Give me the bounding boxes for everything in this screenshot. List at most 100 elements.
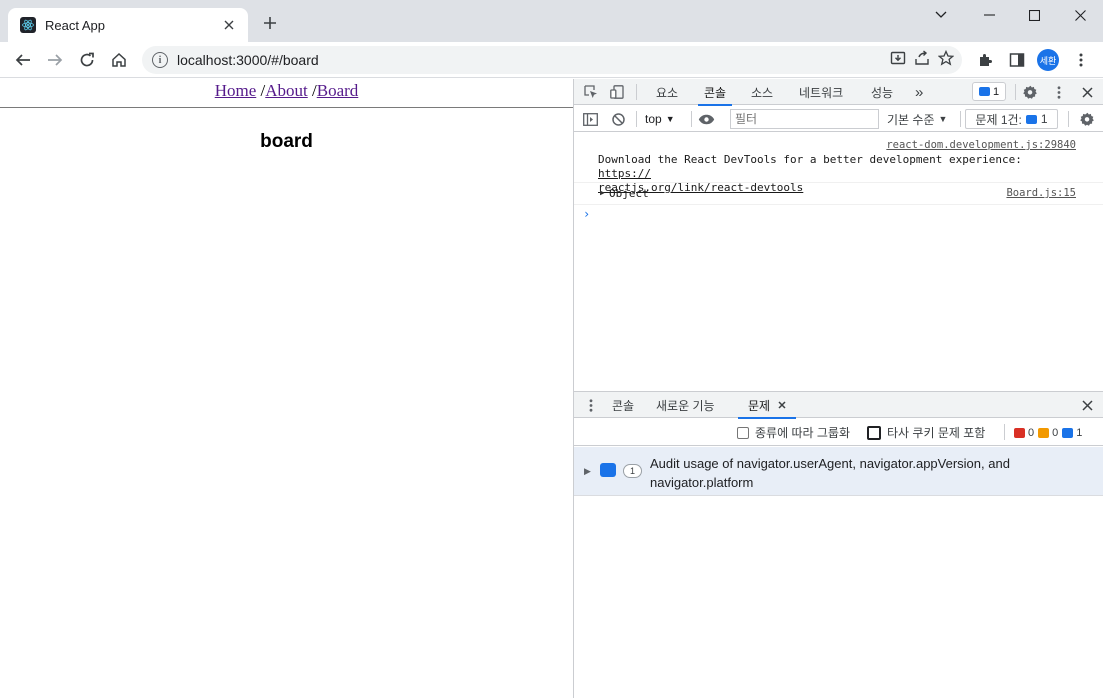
warning-icon	[1038, 427, 1050, 438]
devtools-tab-console[interactable]: 콘솔	[697, 79, 733, 106]
drawer-tab-bar: 콘솔 새로운 기능 문제	[574, 391, 1103, 419]
install-app-icon[interactable]	[890, 50, 906, 71]
device-toolbar-icon[interactable]	[608, 83, 626, 101]
log-level-select[interactable]: 기본 수준 ▼	[887, 109, 947, 129]
show-sidebar-icon[interactable]	[581, 110, 599, 128]
console-log-entry[interactable]: ▶ Object Board.js:15	[574, 183, 1103, 205]
browser-toolbar: i localhost:3000/#/board 세환	[0, 42, 1103, 78]
bookmark-star-icon[interactable]	[937, 49, 955, 71]
site-info-icon[interactable]: i	[152, 52, 168, 68]
expand-triangle-icon[interactable]: ▶	[584, 466, 591, 477]
address-bar[interactable]: i localhost:3000/#/board	[142, 46, 962, 74]
profile-avatar[interactable]: 세환	[1037, 49, 1059, 71]
nav-link-home[interactable]: Home	[215, 81, 257, 100]
log-source-link[interactable]: react-dom.development.js:29840	[886, 139, 1076, 151]
drawer-menu-kebab-icon[interactable]	[582, 396, 600, 414]
more-tabs-chevron-icon[interactable]: »	[915, 79, 923, 105]
log-object[interactable]: Object	[609, 187, 649, 200]
console-filter-input[interactable]	[730, 109, 879, 129]
browser-menu-kebab-icon[interactable]	[1069, 48, 1093, 72]
devtools-tab-elements[interactable]: 요소	[656, 79, 678, 105]
console-toolbar: top ▼ 기본 수준 ▼ 문제 1건: 1	[574, 106, 1103, 132]
message-icon	[1025, 114, 1037, 124]
log-source-link[interactable]: Board.js:15	[1006, 187, 1076, 199]
toolbar-divider	[1068, 111, 1069, 127]
checkbox[interactable]	[737, 426, 749, 439]
error-icon	[1014, 427, 1025, 438]
minimize-button[interactable]	[966, 3, 1012, 27]
home-icon[interactable]	[107, 48, 131, 72]
issues-count-button[interactable]: 문제 1건: 1	[965, 109, 1058, 129]
console-log-entry: react-dom.development.js:29840 Download …	[574, 137, 1103, 194]
nav-link-board[interactable]: Board	[317, 81, 359, 100]
issue-message-icon	[600, 463, 616, 477]
execution-context-select[interactable]: top ▼	[645, 109, 675, 129]
error-count-value: 0	[1028, 426, 1035, 439]
forward-arrow-icon[interactable]	[43, 48, 67, 72]
issue-title[interactable]: Audit usage of navigator.userAgent, navi…	[650, 454, 1070, 492]
live-expression-eye-icon[interactable]	[697, 110, 715, 128]
log-url-link-part1[interactable]: https://	[598, 167, 651, 180]
settings-gear-icon[interactable]	[1021, 83, 1039, 101]
tab-search-chevron-down-icon[interactable]	[918, 3, 964, 27]
page-viewport: Home /About /Board board	[0, 79, 573, 698]
inspect-element-icon[interactable]	[582, 83, 600, 101]
include-third-party-checkbox[interactable]: 타사 쿠키 문제 포함	[867, 419, 985, 446]
nav-link-about[interactable]: About	[265, 81, 308, 100]
page-nav: Home /About /Board	[0, 79, 573, 108]
tab-close-icon[interactable]	[220, 16, 238, 34]
toolbar-divider	[1015, 84, 1016, 100]
issue-row[interactable]: ▶ 1 Audit usage of navigator.userAgent, …	[574, 447, 1103, 496]
browser-tab[interactable]: React App	[8, 8, 248, 42]
share-icon[interactable]	[914, 49, 930, 71]
clear-console-icon[interactable]	[609, 110, 627, 128]
react-logo-icon	[20, 17, 36, 33]
warning-count: 0	[1038, 427, 1058, 439]
error-count: 0	[1014, 427, 1034, 439]
log-level-value: 기본 수준	[887, 112, 935, 127]
group-by-kind-checkbox[interactable]: 종류에 따라 그룹화	[737, 419, 850, 446]
message-count: 1	[992, 85, 1000, 98]
checkbox[interactable]	[867, 425, 881, 440]
include-third-party-label: 타사 쿠키 문제 포함	[887, 426, 986, 440]
reload-icon[interactable]	[75, 48, 99, 72]
nav-separator: /	[256, 81, 266, 100]
toolbar-divider	[960, 111, 961, 127]
console-prompt-chevron-icon[interactable]: ›	[583, 207, 590, 221]
nav-separator: /	[307, 81, 317, 100]
issues-toolbar: 종류에 따라 그룹화 타사 쿠키 문제 포함 0 0 1	[574, 419, 1103, 446]
console-messages-badge[interactable]: 1	[972, 82, 1006, 101]
issue-occurrence-count: 1	[623, 464, 642, 478]
issues-count: 1	[1040, 112, 1048, 126]
devtools-tab-network[interactable]: 네트워크	[799, 79, 843, 105]
extensions-puzzle-icon[interactable]	[973, 48, 997, 72]
drawer-tab-console[interactable]: 콘솔	[612, 392, 634, 418]
back-arrow-icon[interactable]	[11, 48, 35, 72]
drawer-tab-issues[interactable]: 문제	[737, 392, 797, 419]
close-devtools-icon[interactable]	[1078, 83, 1096, 101]
close-window-button[interactable]	[1057, 3, 1103, 27]
devtools-panel: 요소 콘솔 소스 네트워크 성능 » 1 top ▼ 필터 기본 수준 ▼ 문제…	[573, 79, 1103, 698]
console-settings-gear-icon[interactable]	[1078, 110, 1096, 128]
close-drawer-icon[interactable]	[1078, 396, 1096, 414]
tab-strip: React App	[0, 0, 1103, 42]
new-tab-button[interactable]	[260, 13, 280, 33]
expand-triangle-icon[interactable]: ▶	[600, 188, 605, 197]
devtools-tab-performance[interactable]: 성능	[871, 79, 893, 105]
close-tab-icon[interactable]	[778, 398, 786, 412]
page-title: board	[260, 131, 313, 152]
side-panel-icon[interactable]	[1005, 48, 1029, 72]
devtools-tab-sources[interactable]: 소스	[751, 79, 773, 105]
console-output: react-dom.development.js:29840 Download …	[574, 133, 1103, 390]
drawer-tab-whats-new[interactable]: 새로운 기능	[656, 392, 715, 418]
maximize-button[interactable]	[1011, 3, 1057, 27]
devtools-menu-kebab-icon[interactable]	[1050, 83, 1068, 101]
dropdown-triangle-icon: ▼	[938, 114, 948, 124]
url-text[interactable]: localhost:3000/#/board	[177, 52, 890, 68]
log-message-text: Download the React DevTools for a better…	[598, 153, 1022, 166]
toolbar-divider	[691, 111, 692, 127]
devtools-tab-bar: 요소 콘솔 소스 네트워크 성능 » 1	[574, 79, 1103, 106]
group-by-kind-label: 종류에 따라 그룹화	[755, 426, 850, 440]
info-count: 1	[1062, 427, 1082, 439]
warning-count-value: 0	[1052, 426, 1059, 439]
